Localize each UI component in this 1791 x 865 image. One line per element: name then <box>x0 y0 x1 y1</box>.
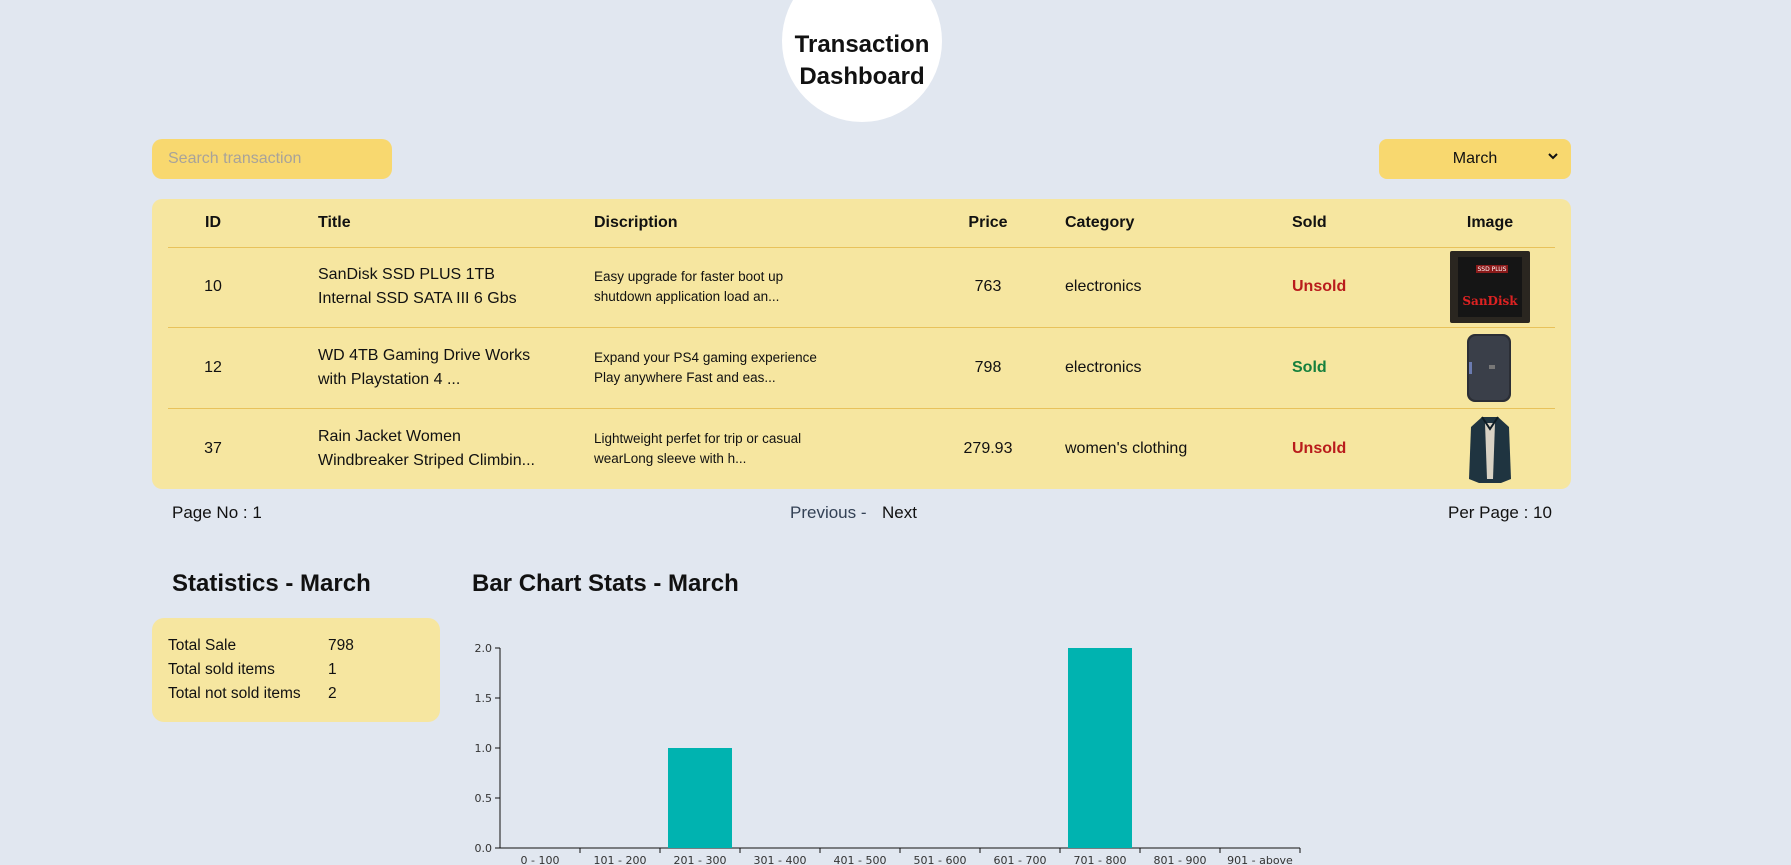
table-row: 10 SanDisk SSD PLUS 1TB Internal SSD SAT… <box>168 247 1555 328</box>
per-page: Per Page : 10 <box>1448 503 1552 522</box>
row-title: SanDisk SSD PLUS 1TB Internal SSD SATA I… <box>318 266 517 307</box>
y-tick-label: 0.0 <box>475 842 493 855</box>
jacket-image <box>1450 413 1530 485</box>
bar-chart: 0.0 0.5 1.0 1.5 2.0 0 - 100 101 - 200 201 - 300… <box>475 642 1301 865</box>
x-tick-label: 801 - 900 <box>1154 854 1207 865</box>
header-image: Image <box>1466 214 1514 231</box>
page-title-line1: Transaction <box>794 31 930 58</box>
x-tick-label: 501 - 600 <box>914 854 967 865</box>
y-tick-label: 1.0 <box>475 742 493 755</box>
header-price: Price <box>968 214 1008 231</box>
row-price: 798 <box>974 359 1002 376</box>
row-id: 37 <box>204 440 222 457</box>
hard-drive-image <box>1450 332 1530 404</box>
month-select[interactable]: March <box>1379 139 1571 179</box>
x-tick-label: 701 - 800 <box>1074 854 1127 865</box>
x-tick-label: 301 - 400 <box>754 854 807 865</box>
bar-chart-title: Bar Chart Stats - March <box>472 570 739 597</box>
y-tick-label: 2.0 <box>475 642 493 655</box>
row-description: Easy upgrade for faster boot up shutdown … <box>594 269 784 304</box>
x-tick-label: 601 - 700 <box>994 854 1047 865</box>
x-tick-label: 0 - 100 <box>521 854 560 865</box>
header-id: ID <box>205 214 221 231</box>
month-select-value: March <box>1452 150 1498 167</box>
statistics-card: Total Sale 798 Total sold items 1 Total no… <box>152 618 440 722</box>
table-row: 12 WD 4TB Gaming Drive Works with Playst… <box>168 328 1555 409</box>
previous-button[interactable]: Previous - <box>790 503 867 523</box>
row-title: WD 4TB Gaming Drive Works with Playstati… <box>318 347 531 388</box>
row-image <box>1427 409 1553 489</box>
bar <box>668 748 732 848</box>
table-row: 37 Rain Jacket Women Windbreaker Striped… <box>168 409 1555 489</box>
header-sold: Sold <box>1292 214 1327 231</box>
y-tick-label: 0.5 <box>475 792 493 805</box>
row-sold-status: Unsold <box>1292 278 1347 295</box>
ssd-image: SSD PLUS SanDisk <box>1450 251 1530 323</box>
table-header-row: ID Title Discription Price Category Sold… <box>168 199 1555 248</box>
row-id: 12 <box>204 359 222 376</box>
row-category: electronics <box>1065 359 1142 376</box>
row-price: 763 <box>974 278 1002 295</box>
row-title: Rain Jacket Women Windbreaker Striped Cl… <box>318 428 535 469</box>
bar <box>1068 648 1132 848</box>
row-id: 10 <box>204 278 222 295</box>
x-tick-label: 201 - 300 <box>674 854 727 865</box>
page-title-line2: Dashboard <box>799 63 925 90</box>
next-button[interactable]: Next <box>882 503 917 523</box>
row-category: electronics <box>1065 278 1142 295</box>
header-description: Discription <box>594 214 678 231</box>
stat-not-sold-items: Total not sold items 2 <box>168 685 337 702</box>
search-input[interactable] <box>152 139 392 179</box>
page-title-badge: Transaction Dashboard <box>782 0 942 122</box>
chevron-down-icon <box>1547 150 1559 165</box>
page-number: Page No : 1 <box>172 503 262 522</box>
header-category: Category <box>1065 214 1135 231</box>
row-price: 279.93 <box>963 440 1013 457</box>
row-image: SSD PLUS SanDisk <box>1427 247 1553 327</box>
stat-total-sale: Total Sale 798 <box>168 637 354 654</box>
svg-text:SanDisk: SanDisk <box>1462 294 1518 308</box>
x-tick-label: 401 - 500 <box>834 854 887 865</box>
x-tick-label: 901 - above <box>1227 854 1293 865</box>
row-sold-status: Unsold <box>1292 440 1347 457</box>
svg-text:SSD PLUS: SSD PLUS <box>1477 266 1506 273</box>
row-description: Expand your PS4 gaming experience Play an… <box>594 350 817 385</box>
statistics-title: Statistics - March <box>172 570 371 597</box>
x-tick-label: 101 - 200 <box>594 854 647 865</box>
header-title: Title <box>318 214 351 231</box>
row-category: women's clothing <box>1065 440 1188 457</box>
row-description: Lightweight perfet for trip or casual wea… <box>594 431 802 466</box>
y-tick-label: 1.5 <box>475 692 493 705</box>
transactions-table: ID Title Discription Price Category Sold… <box>152 199 1571 489</box>
row-image <box>1427 328 1553 408</box>
stat-sold-items: Total sold items 1 <box>168 661 337 678</box>
row-sold-status: Sold <box>1292 359 1327 376</box>
